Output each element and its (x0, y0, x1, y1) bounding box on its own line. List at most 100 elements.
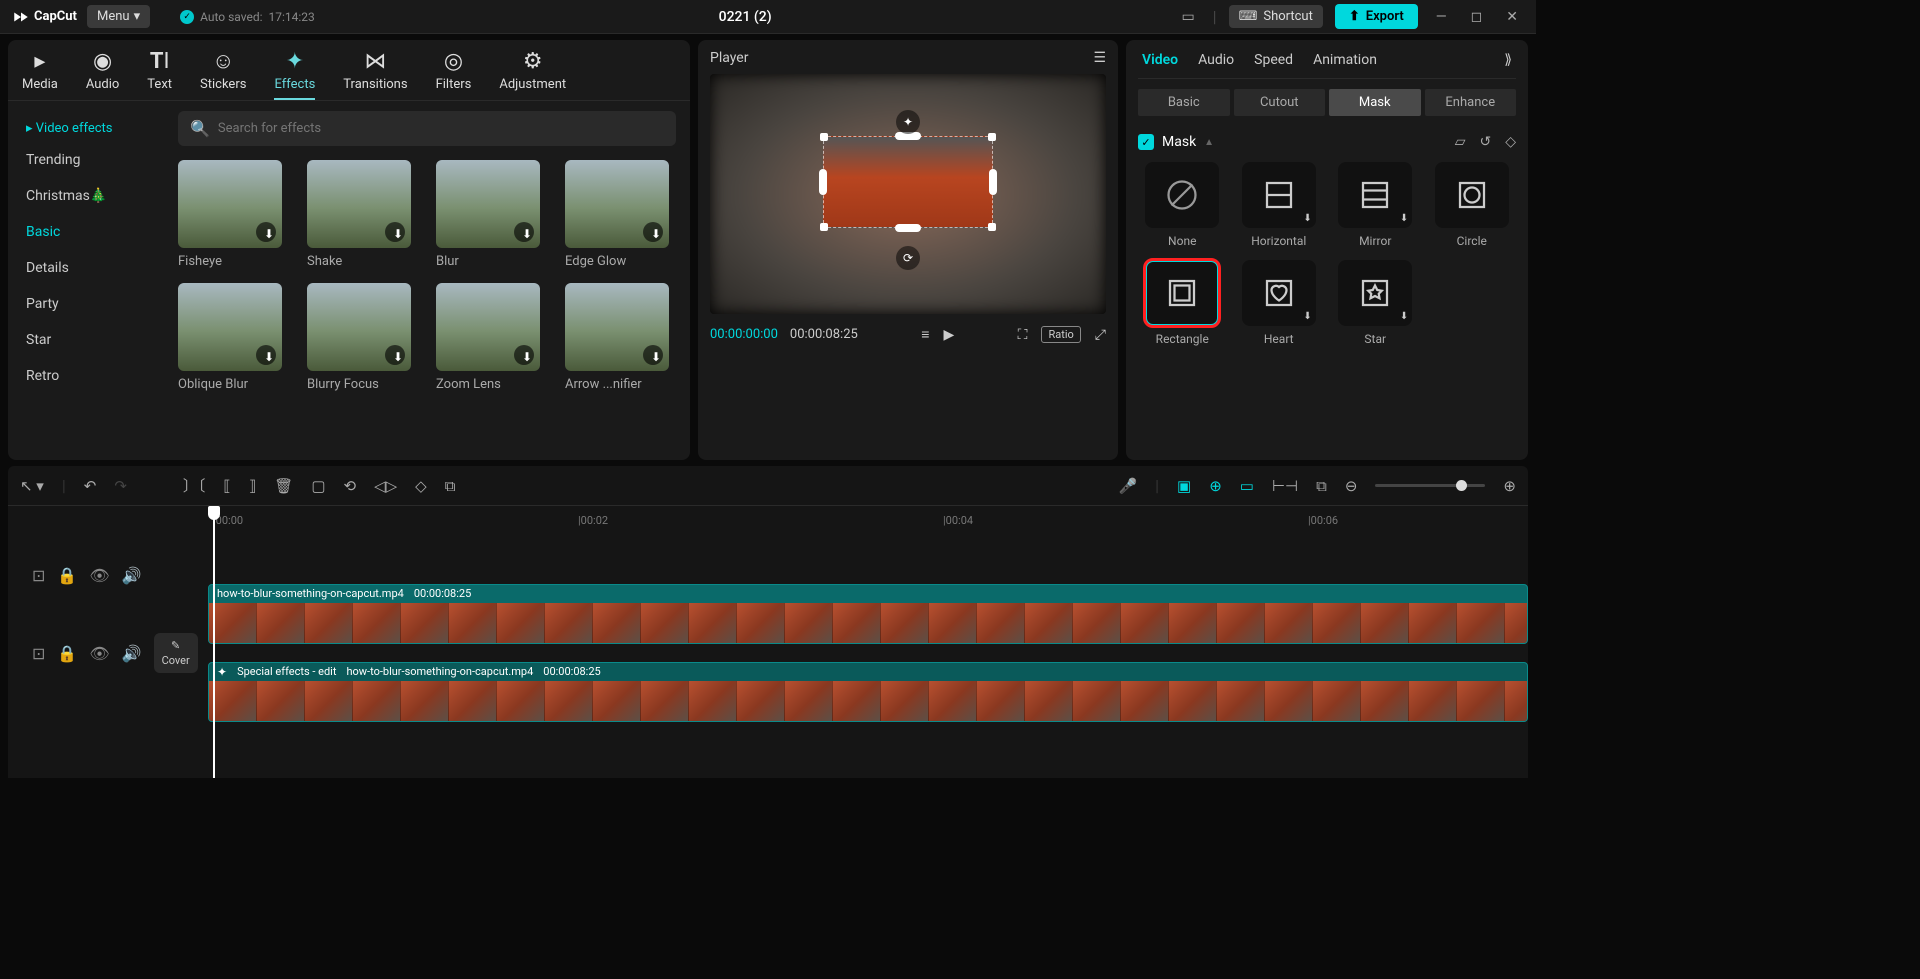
time-ruler[interactable]: |00:00 |00:02 |00:04 |00:06 (208, 506, 1528, 536)
play-button[interactable]: ▶ (943, 327, 954, 343)
mask-none[interactable]: None (1138, 162, 1227, 248)
tab-stickers[interactable]: ☺Stickers (200, 48, 246, 100)
tab-text[interactable]: TIText (147, 48, 172, 100)
sidebar-item-retro[interactable]: Retro (8, 358, 164, 394)
effect-item[interactable]: ⬇Blur (436, 160, 547, 269)
zoom-slider[interactable] (1375, 484, 1485, 487)
eye-icon[interactable]: 👁 (89, 644, 109, 663)
tab-transitions[interactable]: ⋈Transitions (343, 48, 407, 100)
player-viewport[interactable]: ✦ ⟳ (710, 74, 1106, 314)
inspector-tab-animation[interactable]: Animation (1313, 52, 1377, 68)
player-menu-icon[interactable]: ☰ (1093, 50, 1106, 66)
track-2[interactable]: ✦ Special effects - edit how-to-blur-som… (208, 662, 1528, 722)
track-1[interactable]: how-to-blur-something-on-capcut.mp400:00… (208, 584, 1528, 644)
mic-icon[interactable]: 🎤 (1118, 477, 1137, 495)
redo-button[interactable]: ↷ (114, 477, 127, 495)
tab-filters[interactable]: ◎Filters (436, 48, 472, 100)
mask-selection[interactable] (823, 136, 993, 228)
sidebar-item-star[interactable]: Star (8, 322, 164, 358)
link-tool[interactable]: ⊕ (1209, 477, 1222, 495)
effect-item[interactable]: ⬇Zoom Lens (436, 283, 547, 392)
ratio-button[interactable]: Ratio (1041, 326, 1080, 343)
fullscreen-icon[interactable]: ⤢ (1095, 327, 1106, 343)
reset-mask-icon[interactable]: ↺ (1479, 134, 1491, 150)
effect-label: Shake (307, 254, 418, 269)
lock-icon[interactable]: 🔒 (57, 644, 77, 663)
minimize-button[interactable]: — (1430, 9, 1453, 25)
tab-adjustment[interactable]: ⚙Adjustment (499, 48, 566, 100)
lock-icon[interactable]: 🔒 (57, 566, 77, 585)
split-tool[interactable]: 〕〔 (183, 475, 206, 496)
mirror-tool[interactable]: ◁▷ (374, 477, 397, 495)
sidebar-item-basic[interactable]: Basic (8, 214, 164, 250)
zoom-out-button[interactable]: ⊖ (1345, 477, 1358, 495)
subtab-mask[interactable]: Mask (1329, 89, 1421, 116)
pointer-tool[interactable]: ↖ ▾ (20, 477, 44, 495)
list-icon[interactable]: ≡ (921, 326, 929, 343)
mute-icon[interactable]: 🔊 (122, 566, 142, 585)
sidebar-item-party[interactable]: Party (8, 286, 164, 322)
close-button[interactable]: ✕ (1500, 9, 1524, 25)
eye-icon[interactable]: 👁 (89, 566, 109, 585)
mask-circle[interactable]: Circle (1428, 162, 1517, 248)
sync-handle[interactable]: ⟳ (896, 246, 920, 270)
sidebar-header[interactable]: ▸ Video effects (8, 111, 164, 142)
tab-media[interactable]: ▸Media (22, 48, 58, 100)
mask-rectangle[interactable]: Rectangle (1138, 260, 1227, 346)
tab-effects[interactable]: ✦Effects (274, 48, 315, 100)
search-box[interactable]: 🔍 (178, 111, 676, 146)
keyframe-icon[interactable]: ◇ (1505, 134, 1516, 150)
undo-button[interactable]: ↶ (84, 477, 97, 495)
mute-icon[interactable]: 🔊 (122, 644, 142, 663)
inspector-tab-audio[interactable]: Audio (1198, 52, 1234, 68)
snap-tool[interactable]: ▭ (1240, 477, 1254, 495)
cover-button[interactable]: ✎ Cover (154, 633, 198, 673)
expand-icon[interactable]: ⊡ (32, 566, 45, 585)
scale-icon[interactable]: ⛶ (1018, 327, 1028, 343)
preview-tool[interactable]: ⧉ (1316, 477, 1327, 495)
effect-item[interactable]: ⬇Shake (307, 160, 418, 269)
trim-left-tool[interactable]: ⟦ (223, 477, 230, 495)
inspector-more-icon[interactable]: ⟫ (1504, 52, 1512, 68)
effect-item[interactable]: ⬇Fisheye (178, 160, 289, 269)
effect-item[interactable]: ⬇Edge Glow (565, 160, 676, 269)
export-button[interactable]: ⬆Export (1335, 4, 1418, 29)
zoom-in-button[interactable]: ⊕ (1503, 477, 1516, 495)
subtab-basic[interactable]: Basic (1138, 89, 1230, 116)
effect-item[interactable]: ⬇Oblique Blur (178, 283, 289, 392)
menu-button[interactable]: Menu▾ (87, 5, 150, 28)
mask-heart[interactable]: ⬇ Heart (1235, 260, 1324, 346)
maximize-button[interactable]: ◻ (1465, 9, 1489, 25)
rotate-tool[interactable]: ◇ (415, 477, 427, 495)
sidebar-item-trending[interactable]: Trending (8, 142, 164, 178)
shortcut-button[interactable]: ⌨Shortcut (1229, 5, 1323, 28)
layout-icon[interactable]: ▭ (1175, 9, 1200, 25)
inspector-tab-video[interactable]: Video (1142, 52, 1178, 68)
sidebar-item-details[interactable]: Details (8, 250, 164, 286)
mask-star[interactable]: ⬇ Star (1331, 260, 1420, 346)
inspector-tab-speed[interactable]: Speed (1254, 52, 1293, 68)
playhead[interactable] (213, 506, 215, 778)
effect-item[interactable]: ⬇Blurry Focus (307, 283, 418, 392)
sidebar-item-christmas[interactable]: Christmas🎄 (8, 178, 164, 214)
frame-tool[interactable]: ▢ (311, 477, 325, 495)
subtab-cutout[interactable]: Cutout (1234, 89, 1326, 116)
download-icon: ⬇ (393, 350, 403, 364)
expand-icon[interactable]: ⊡ (32, 644, 45, 663)
crop-tool[interactable]: ⧉ (445, 477, 456, 495)
magnet-tool[interactable]: ▣ (1177, 477, 1191, 495)
align-tool[interactable]: ⊢⊣ (1272, 477, 1298, 495)
effect-item[interactable]: ⬇Arrow ...nifier (565, 283, 676, 392)
mask-horizontal[interactable]: ⬇ Horizontal (1235, 162, 1324, 248)
delete-tool[interactable]: 🗑 (274, 477, 293, 495)
tab-audio[interactable]: ◉Audio (86, 48, 119, 100)
subtab-enhance[interactable]: Enhance (1425, 89, 1517, 116)
media-icon: ▸ (34, 48, 45, 74)
mask-checkbox[interactable]: ✓ (1138, 134, 1154, 150)
trim-right-tool[interactable]: ⟧ (249, 477, 256, 495)
edit-mask-icon[interactable]: ▱ (1455, 134, 1466, 150)
search-input[interactable] (218, 121, 664, 136)
reverse-tool[interactable]: ⟲ (344, 477, 357, 495)
rotate-handle[interactable]: ✦ (896, 110, 920, 134)
mask-mirror[interactable]: ⬇ Mirror (1331, 162, 1420, 248)
